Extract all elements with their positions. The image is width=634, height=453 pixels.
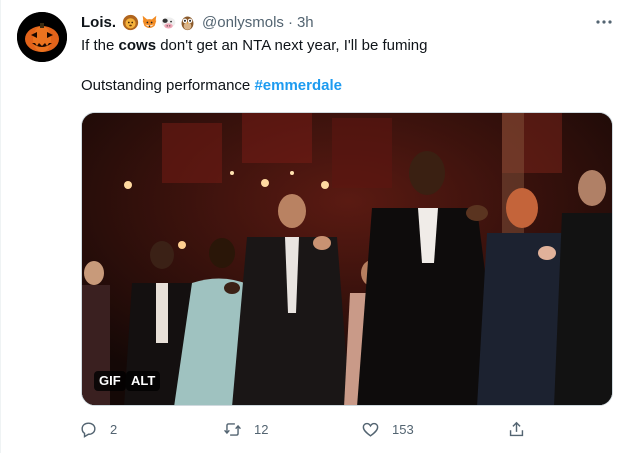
share-button[interactable]: [507, 420, 526, 439]
timestamp[interactable]: 3h: [297, 14, 314, 31]
text-segment: Outstanding performance: [81, 77, 255, 94]
retweet-icon: [224, 423, 241, 436]
heart-icon: [362, 422, 379, 437]
avatar[interactable]: [17, 12, 67, 62]
name-emojis: [122, 14, 196, 31]
tweet-header: Lois. @onlysmols · 3h: [81, 12, 314, 32]
retweet-count: 12: [254, 422, 269, 437]
share-icon: [509, 421, 524, 437]
alt-text-badge[interactable]: ALT: [126, 371, 161, 391]
tweet-text-line-2: Outstanding performance #emmerdale: [81, 76, 611, 96]
cow-face-icon: [161, 16, 176, 28]
reply-button[interactable]: 2: [79, 420, 117, 439]
text-bold-segment: cows: [118, 37, 157, 54]
gif-still-image: [82, 113, 612, 405]
lion-face-icon: [122, 14, 139, 30]
display-name[interactable]: Lois.: [81, 14, 116, 31]
tweet-text-line-1: If the cows don't get an NTA next year, …: [81, 36, 611, 56]
like-count: 153: [392, 422, 414, 437]
like-button[interactable]: 153: [361, 420, 414, 439]
tweet-card[interactable]: Lois. @onlysmols · 3h If the cows don't …: [0, 0, 634, 453]
more-options-button[interactable]: [590, 12, 618, 32]
retweet-button[interactable]: 12: [223, 420, 268, 439]
fox-face-icon: [142, 15, 157, 28]
more-horizontal-icon: [596, 20, 612, 24]
text-segment: don't get an NTA next year, I'll be fumi…: [156, 37, 428, 54]
gif-badge: GIF: [94, 371, 126, 391]
tweet-actions: 2 12 153: [79, 420, 539, 440]
separator-dot: ·: [287, 13, 293, 31]
pumpkin-avatar-image: [17, 12, 67, 62]
gif-media[interactable]: GIF ALT: [81, 112, 613, 406]
reply-count: 2: [110, 422, 118, 437]
owl-icon: [181, 16, 194, 30]
reply-icon: [81, 422, 96, 438]
hashtag-link[interactable]: #emmerdale: [254, 77, 342, 94]
text-segment: If the: [81, 37, 119, 54]
tweet-text: If the cows don't get an NTA next year, …: [81, 36, 611, 96]
user-handle[interactable]: @onlysmols: [202, 14, 284, 31]
